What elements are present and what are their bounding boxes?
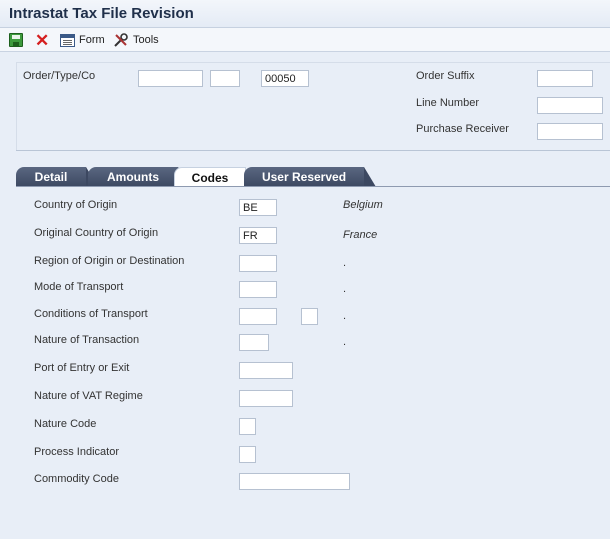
mode-of-transport-description: . (343, 283, 347, 295)
original-country-description: France (343, 229, 378, 241)
header-box (16, 62, 610, 150)
conditions-of-transport-secondary-input[interactable] (301, 308, 318, 325)
process-indicator-label: Process Indicator (34, 446, 119, 458)
process-indicator-input[interactable] (239, 446, 256, 463)
original-country-input[interactable] (239, 227, 277, 244)
commodity-code-input[interactable] (239, 473, 350, 490)
tab-user-reserved[interactable]: User Reserved (244, 167, 376, 187)
tab-codes[interactable]: Codes (174, 167, 246, 187)
original-country-label: Original Country of Origin (34, 227, 159, 239)
title-bar: Intrastat Tax File Revision (0, 0, 610, 28)
nature-of-transaction-description: . (343, 336, 347, 348)
country-of-origin-description: Belgium (343, 199, 383, 211)
company-input[interactable] (261, 70, 309, 87)
conditions-of-transport-description: . (343, 310, 347, 322)
order-suffix-label: Order Suffix (416, 70, 475, 82)
cancel-button[interactable]: ✕ (35, 31, 49, 49)
tools-menu-button[interactable]: Tools (113, 31, 159, 49)
purchase-receiver-input[interactable] (537, 123, 603, 140)
region-description: . (343, 257, 347, 269)
tab-amounts-label: Amounts (107, 170, 159, 184)
vat-regime-label: Nature of VAT Regime (34, 390, 143, 402)
country-of-origin-label: Country of Origin (34, 199, 118, 211)
save-icon (9, 33, 23, 47)
nature-code-label: Nature Code (34, 418, 97, 430)
tab-detail[interactable]: Detail (16, 167, 98, 187)
toolbar: ✕ Form Tools (0, 28, 610, 52)
close-icon: ✕ (35, 30, 50, 50)
mode-of-transport-input[interactable] (239, 281, 277, 298)
save-button[interactable] (9, 31, 23, 49)
order-type-input[interactable] (210, 70, 240, 87)
window-title: Intrastat Tax File Revision (9, 5, 194, 22)
tab-user-reserved-label: User Reserved (261, 170, 347, 184)
form-menu-button[interactable]: Form (60, 31, 105, 49)
country-of-origin-input[interactable] (239, 199, 277, 216)
tab-amounts[interactable]: Amounts (88, 167, 190, 187)
header-separator (16, 150, 610, 151)
purchase-receiver-label: Purchase Receiver (416, 123, 509, 135)
conditions-of-transport-input[interactable] (239, 308, 277, 325)
tab-bar: Detail Amounts Codes User Reserved (16, 167, 610, 187)
form-icon (60, 33, 75, 47)
tab-codes-label: Codes (191, 170, 229, 185)
order-type-co-label: Order/Type/Co (23, 70, 96, 82)
commodity-code-label: Commodity Code (34, 473, 119, 485)
region-label: Region of Origin or Destination (34, 255, 185, 267)
region-input[interactable] (239, 255, 277, 272)
port-of-entry-input[interactable] (239, 362, 293, 379)
line-number-label: Line Number (416, 97, 479, 109)
order-number-input[interactable] (138, 70, 203, 87)
tools-menu-label: Tools (133, 34, 159, 46)
tools-icon (114, 33, 128, 47)
nature-code-input[interactable] (239, 418, 256, 435)
header-panel (0, 52, 610, 152)
mode-of-transport-label: Mode of Transport (34, 281, 124, 293)
nature-of-transaction-input[interactable] (239, 334, 269, 351)
conditions-of-transport-label: Conditions of Transport (34, 308, 148, 320)
form-menu-label: Form (79, 34, 105, 46)
order-suffix-input[interactable] (537, 70, 593, 87)
nature-of-transaction-label: Nature of Transaction (34, 334, 140, 346)
port-of-entry-label: Port of Entry or Exit (34, 362, 130, 374)
line-number-input[interactable] (537, 97, 603, 114)
tab-detail-label: Detail (34, 170, 68, 184)
vat-regime-input[interactable] (239, 390, 293, 407)
